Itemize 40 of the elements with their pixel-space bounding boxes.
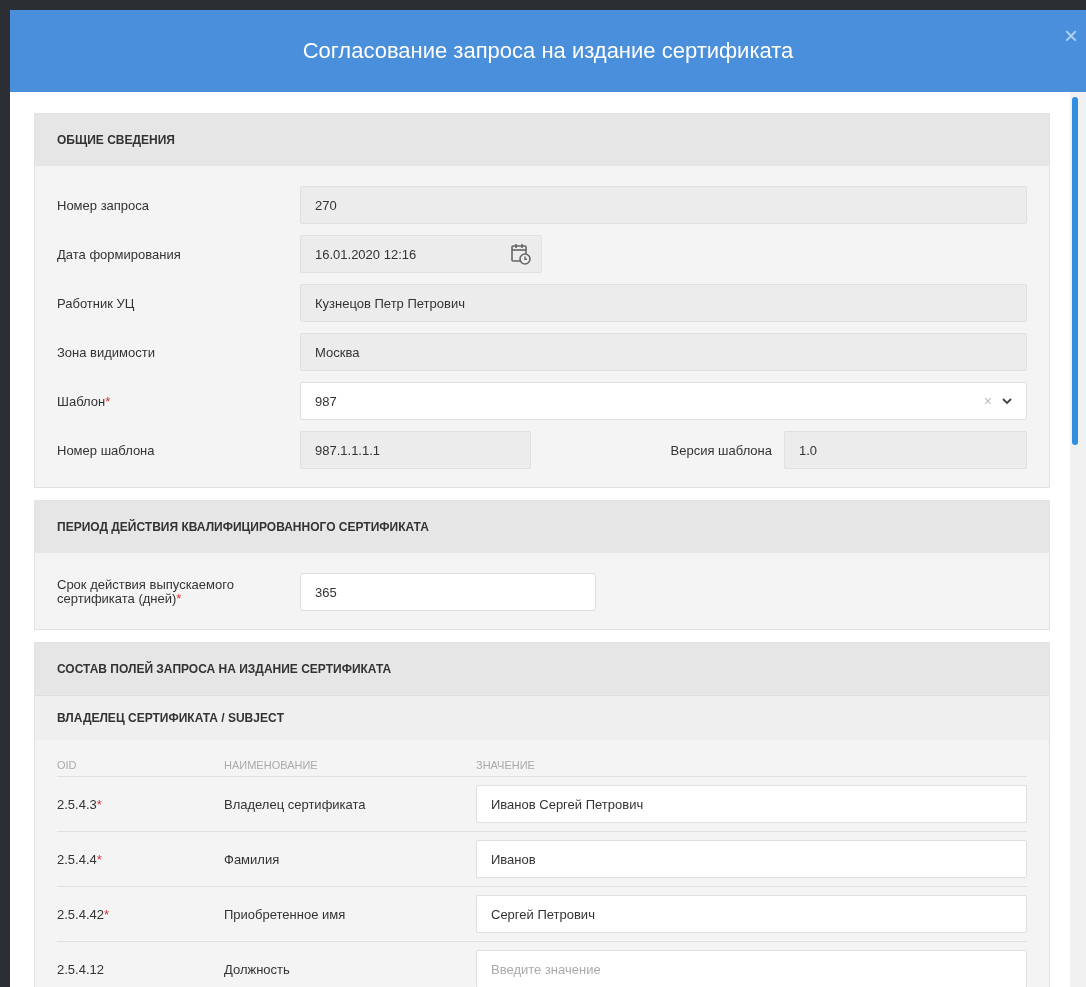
chevron-down-icon[interactable] [1002,397,1012,405]
scrollbar[interactable] [1070,92,1086,987]
date-field[interactable]: 16.01.2020 12:16 [300,235,542,273]
name-cell-text: Фамилия [224,851,281,867]
name-cell-text: Приобретенное имя [224,906,347,922]
field-label: Зона видимости [57,344,156,360]
field-label: Номер запроса [57,197,151,213]
field-label: Срок действия выпускаемого сертификата (дней)* [57,577,235,607]
field-label: Дата формирования [57,246,182,262]
subsection-title: ВЛАДЕЛЕЦ СЕРТИФИКАТА / SUBJECT [57,711,284,725]
readonly-field: Кузнецов Петр Петрович [300,284,1027,322]
name-cell-text: Владелец сертификата [224,796,367,812]
readonly-field: 987.1.1.1.1 [300,431,531,469]
value-input[interactable]: Введите значение [476,950,1027,987]
oid-cell-text: 2.5.4.12 [57,961,105,977]
column-header: OID [57,759,78,771]
template-select[interactable]: 987 × [300,382,1027,420]
oid-cell-text: 2.5.4.3* [57,796,103,812]
column-header: ЗНАЧЕНИЕ [476,759,536,771]
readonly-field: Москва [300,333,1027,371]
field-label: Номер шаблона [57,442,156,458]
oid-cell-text: 2.5.4.42* [57,906,111,922]
readonly-field: 1.0 [784,431,1027,469]
section-title: ОБЩИЕ СВЕДЕНИЯ [57,133,175,147]
scrollbar-thumb[interactable] [1072,97,1078,445]
input-field[interactable]: 365 [300,573,596,611]
column-header: НАИМЕНОВАНИЕ [224,759,319,771]
section-title: ПЕРИОД ДЕЙСТВИЯ КВАЛИФИЦИРОВАННОГО СЕРТИФИКАТА [57,520,429,534]
calendar-clock-icon[interactable] [511,243,531,265]
value-input[interactable]: Сергей Петрович [476,895,1027,933]
value-input[interactable]: Иванов Сергей Петрович [476,785,1027,823]
oid-cell-text: 2.5.4.4* [57,851,103,867]
section-title: СОСТАВ ПОЛЕЙ ЗАПРОСА НА ИЗДАНИЕ СЕРТИФИКАТА [57,662,392,676]
field-label: Работник УЦ [57,295,136,311]
field-label: Шаблон* [57,393,112,409]
value-input[interactable]: Иванов [476,840,1027,878]
name-cell-text: Должность [224,961,291,977]
field-label: Версия шаблона [669,442,773,458]
readonly-field: 270 [300,186,1027,224]
dialog-title: Согласование запроса на издание сертификата [302,38,794,64]
